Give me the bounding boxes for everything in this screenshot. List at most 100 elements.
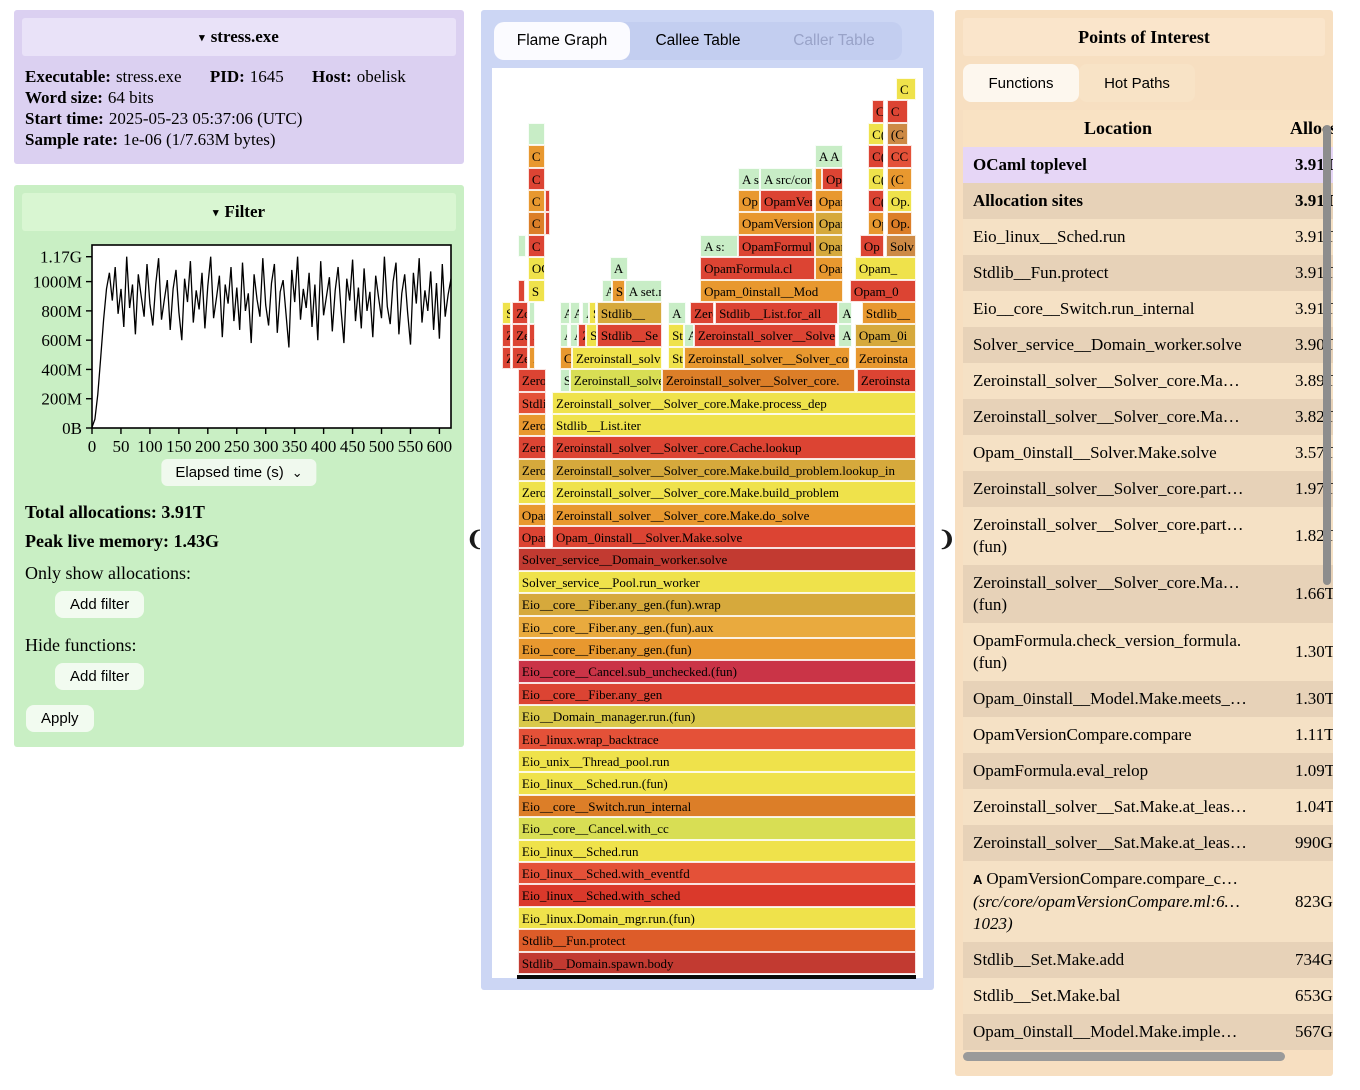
flame-frame[interactable]: Zeroinstall_solver__Solver_core.Make.pro…: [552, 392, 916, 414]
flame-frame[interactable]: Eio__core__Fiber.any_gen.(fun).wrap: [518, 593, 916, 615]
flame-frame[interactable]: Zeroi: [518, 481, 546, 503]
flame-frame[interactable]: Op: [860, 235, 884, 257]
flame-frame[interactable]: Eio_linux__Sched.with_sched: [518, 884, 916, 906]
flame-frame[interactable]: C: [528, 235, 545, 257]
flame-frame[interactable]: C(: [868, 190, 884, 212]
flame-frame[interactable]: S: [612, 280, 625, 302]
poi-table-row[interactable]: Opam_0install__Solver.Make.solve3.57T: [963, 435, 1333, 471]
flame-frame[interactable]: A: [570, 302, 580, 324]
flame-frame[interactable]: Eio_linux.Domain_mgr.run.(fun): [518, 907, 916, 929]
flame-frame[interactable]: Eio__core__Cancel.sub_unchecked.(fun): [518, 660, 916, 682]
poi-table-row[interactable]: OpamFormula.check_version_formula. (fun)…: [963, 623, 1333, 681]
flame-frame[interactable]: Zeroinstall_solver__Solver_core.: [662, 369, 855, 391]
flame-frame[interactable]: Op.: [887, 190, 912, 212]
poi-table-row[interactable]: OCaml toplevel3.91T: [963, 147, 1333, 183]
time-axis-dropdown[interactable]: Elapsed time (s) ⌄: [161, 459, 316, 486]
flame-frame[interactable]: Solv: [886, 235, 916, 257]
flame-frame[interactable]: Eio__Domain_manager.run.(fun): [518, 705, 916, 727]
flame-frame[interactable]: C: [872, 100, 884, 122]
poi-table-row[interactable]: Stdlib__Set.Make.bal653G: [963, 978, 1333, 1014]
flame-frame[interactable]: [815, 168, 822, 190]
flame-frame[interactable]: A: [838, 324, 852, 346]
flame-frame[interactable]: Opam: [518, 526, 546, 548]
poi-table-row[interactable]: Zeroinstall_solver__Solver_core.Ma…3.82T: [963, 399, 1333, 435]
flame-frame[interactable]: Stdlib: [518, 392, 546, 414]
flame-frame[interactable]: Opam: [518, 504, 546, 526]
filter-header[interactable]: ▾ Filter: [22, 193, 456, 231]
flame-frame[interactable]: C(: [868, 123, 884, 145]
poi-table-row[interactable]: OpamVersionCompare.compare1.11T: [963, 717, 1333, 753]
flame-frame[interactable]: A: [560, 324, 568, 346]
flame-frame[interactable]: A: [668, 302, 686, 324]
flame-frame[interactable]: Zeroinstall_solve: [570, 369, 662, 391]
flame-frame[interactable]: Eio_linux__Sched.run.(fun): [518, 772, 916, 794]
flame-frame[interactable]: Zeroi: [518, 459, 546, 481]
poi-table-row[interactable]: Opam_0install__Model.Make.meets_…1.30T: [963, 681, 1333, 717]
flame-frame[interactable]: Op: [868, 212, 884, 234]
poi-table-row[interactable]: Allocation sites3.91T: [963, 183, 1333, 219]
flame-frame[interactable]: C: [528, 212, 545, 234]
flame-frame[interactable]: A A s: [815, 145, 843, 167]
flame-frame[interactable]: Stdlib__Se: [597, 324, 662, 346]
flame-frame[interactable]: Z: [502, 324, 511, 346]
flame-frame[interactable]: Eio__core__Fiber.any_gen.(fun).aux: [518, 616, 916, 638]
flame-frame[interactable]: Ze: [512, 324, 528, 346]
flame-frame[interactable]: (C: [887, 168, 912, 190]
flame-frame[interactable]: S: [560, 369, 570, 391]
poi-table-row[interactable]: Eio__core__Switch.run_internal3.91T: [963, 291, 1333, 327]
add-filter-button-functions[interactable]: Add filter: [55, 663, 144, 690]
flame-frame[interactable]: Zeroi: [518, 369, 546, 391]
flame-frame[interactable]: (C: [887, 123, 908, 145]
flame-frame[interactable]: Zeroinsta: [855, 347, 916, 369]
flame-frame[interactable]: A: [582, 302, 589, 324]
flame-frame[interactable]: [545, 190, 550, 212]
flame-frame[interactable]: A: [610, 257, 628, 279]
flame-frame[interactable]: Opam_0install__Mod: [700, 280, 843, 302]
flame-frame[interactable]: Opam_0install__Solver.Make.solve: [552, 526, 916, 548]
flame-frame[interactable]: Solver_service__Pool.run_worker: [518, 571, 916, 593]
flame-frame[interactable]: A s:: [700, 235, 738, 257]
flame-frame[interactable]: St: [668, 347, 684, 369]
flame-frame[interactable]: Eio__core__Fiber.any_gen: [518, 683, 916, 705]
flame-frame[interactable]: Zeroinstall_solver__Solver_core.Make.bui…: [552, 459, 916, 481]
flame-frame[interactable]: OpamVer: [760, 190, 813, 212]
poi-table-row[interactable]: Zeroinstall_solver__Solver_core.Ma…3.89T: [963, 363, 1333, 399]
flame-frame[interactable]: Eio_linux__Sched.with_eventfd: [518, 862, 916, 884]
flame-frame[interactable]: C: [896, 78, 916, 100]
flame-frame[interactable]: Opam: [815, 257, 843, 279]
flame-frame[interactable]: C: [560, 347, 572, 369]
poi-table-row[interactable]: Eio_linux__Sched.run3.91T: [963, 219, 1333, 255]
flame-frame[interactable]: Zero: [690, 302, 714, 324]
poi-table-row[interactable]: AOpamVersionCompare.compare_c…(src/core/…: [963, 861, 1333, 942]
flame-frame[interactable]: Opam: [815, 212, 843, 234]
poi-table-row[interactable]: Solver_service__Domain_worker.solve3.90T: [963, 327, 1333, 363]
flame-frame[interactable]: C(: [868, 145, 884, 167]
flame-frame[interactable]: Solver_service__Domain_worker.solve: [518, 548, 916, 570]
poi-table-row[interactable]: Zeroinstall_solver__Sat.Make.at_leas…990…: [963, 825, 1333, 861]
flame-frame[interactable]: Opam_0i: [855, 324, 916, 346]
flame-frame[interactable]: Zeroinstall_solver__Solver_core.Make.bui…: [552, 481, 916, 503]
flame-frame[interactable]: OpamFormula.cl: [700, 257, 815, 279]
flame-frame[interactable]: S: [502, 302, 511, 324]
poi-table-row[interactable]: Zeroinstall_solver__Solver_core.part… (f…: [963, 507, 1333, 565]
flame-frame[interactable]: Zeroinsta: [857, 369, 916, 391]
flame-frame[interactable]: A src/core: [760, 168, 813, 190]
flame-frame[interactable]: Opam: [815, 190, 843, 212]
flame-frame[interactable]: Eio__core__Switch.run_internal: [518, 795, 916, 817]
flame-frame[interactable]: Opam: [815, 235, 843, 257]
add-filter-button-allocations[interactable]: Add filter: [55, 591, 144, 618]
flame-frame[interactable]: Zeroinstall_solver__Solver_core.Cache.lo…: [552, 436, 916, 458]
flame-frame[interactable]: OC: [528, 257, 545, 279]
apply-button[interactable]: Apply: [26, 705, 94, 732]
flame-frame[interactable]: Eio_linux.wrap_backtrace: [518, 728, 916, 750]
flame-frame[interactable]: Zeroi: [518, 414, 546, 436]
flame-frame[interactable]: C(: [868, 168, 884, 190]
flame-frame[interactable]: Z: [502, 347, 511, 369]
poi-table-row[interactable]: Zeroinstall_solver__Sat.Make.at_leas…1.0…: [963, 789, 1333, 825]
collapse-left-handle[interactable]: ❨: [466, 527, 484, 552]
tab-flame-graph[interactable]: Flame Graph: [494, 22, 630, 60]
flame-frame[interactable]: Zeroinstall_solv: [572, 347, 662, 369]
flame-frame[interactable]: [545, 212, 550, 234]
flame-frame[interactable]: Z: [529, 324, 535, 346]
flame-frame[interactable]: A s:: [738, 168, 760, 190]
